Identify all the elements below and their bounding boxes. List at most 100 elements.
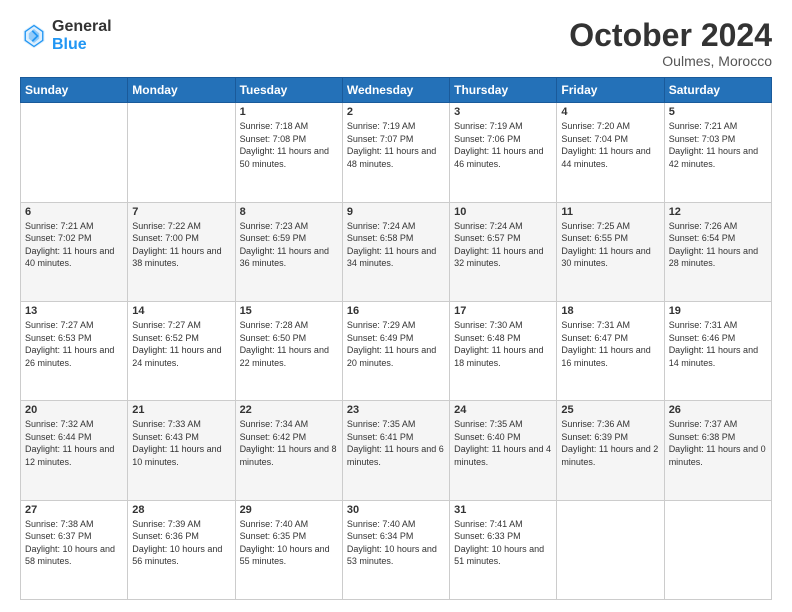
day-number: 30 <box>347 504 445 516</box>
day-info: Sunrise: 7:24 AM Sunset: 6:58 PM Dayligh… <box>347 220 445 270</box>
day-info: Sunrise: 7:23 AM Sunset: 6:59 PM Dayligh… <box>240 220 338 270</box>
calendar-cell: 22 Sunrise: 7:34 AM Sunset: 6:42 PM Dayli… <box>235 401 342 500</box>
day-number: 11 <box>561 206 659 218</box>
day-info: Sunrise: 7:38 AM Sunset: 6:37 PM Dayligh… <box>25 518 123 568</box>
calendar-day-header: Sunday <box>21 78 128 103</box>
day-number: 15 <box>240 305 338 317</box>
calendar-week-row: 13 Sunrise: 7:27 AM Sunset: 6:53 PM Dayli… <box>21 301 772 400</box>
calendar-cell: 10 Sunrise: 7:24 AM Sunset: 6:57 PM Dayli… <box>450 202 557 301</box>
day-number: 4 <box>561 106 659 118</box>
day-info: Sunrise: 7:19 AM Sunset: 7:07 PM Dayligh… <box>347 120 445 170</box>
day-number: 21 <box>132 404 230 416</box>
calendar-cell: 16 Sunrise: 7:29 AM Sunset: 6:49 PM Dayli… <box>342 301 449 400</box>
calendar-day-header: Friday <box>557 78 664 103</box>
day-info: Sunrise: 7:27 AM Sunset: 6:53 PM Dayligh… <box>25 319 123 369</box>
day-number: 16 <box>347 305 445 317</box>
day-info: Sunrise: 7:18 AM Sunset: 7:08 PM Dayligh… <box>240 120 338 170</box>
day-number: 9 <box>347 206 445 218</box>
day-number: 29 <box>240 504 338 516</box>
calendar-cell: 7Sunrise: 7:22 AM Sunset: 7:00 PM Daylig… <box>128 202 235 301</box>
day-info: Sunrise: 7:27 AM Sunset: 6:52 PM Dayligh… <box>132 319 230 369</box>
calendar-cell: 9 Sunrise: 7:24 AM Sunset: 6:58 PM Daylig… <box>342 202 449 301</box>
logo-line2: Blue <box>52 36 112 54</box>
day-number: 12 <box>669 206 767 218</box>
calendar-table: SundayMondayTuesdayWednesdayThursdayFrid… <box>20 77 772 600</box>
calendar-cell: 28Sunrise: 7:39 AM Sunset: 6:36 PM Dayli… <box>128 500 235 599</box>
location: Oulmes, Morocco <box>569 53 772 69</box>
day-info: Sunrise: 7:29 AM Sunset: 6:49 PM Dayligh… <box>347 319 445 369</box>
day-info: Sunrise: 7:25 AM Sunset: 6:55 PM Dayligh… <box>561 220 659 270</box>
day-info: Sunrise: 7:40 AM Sunset: 6:35 PM Dayligh… <box>240 518 338 568</box>
logo-text: General Blue <box>52 18 112 53</box>
day-number: 20 <box>25 404 123 416</box>
calendar-cell: 19 Sunrise: 7:31 AM Sunset: 6:46 PM Dayli… <box>664 301 771 400</box>
logo-icon <box>20 22 48 50</box>
calendar-cell <box>664 500 771 599</box>
day-number: 23 <box>347 404 445 416</box>
day-number: 18 <box>561 305 659 317</box>
day-number: 1 <box>240 106 338 118</box>
day-info: Sunrise: 7:37 AM Sunset: 6:38 PM Dayligh… <box>669 418 767 468</box>
calendar-cell <box>21 103 128 202</box>
day-info: Sunrise: 7:35 AM Sunset: 6:40 PM Dayligh… <box>454 418 552 468</box>
day-info: Sunrise: 7:22 AM Sunset: 7:00 PM Dayligh… <box>132 220 230 270</box>
day-number: 6 <box>25 206 123 218</box>
day-info: Sunrise: 7:36 AM Sunset: 6:39 PM Dayligh… <box>561 418 659 468</box>
day-info: Sunrise: 7:34 AM Sunset: 6:42 PM Dayligh… <box>240 418 338 468</box>
calendar-cell: 29 Sunrise: 7:40 AM Sunset: 6:35 PM Dayli… <box>235 500 342 599</box>
title-block: October 2024 Oulmes, Morocco <box>569 18 772 69</box>
day-info: Sunrise: 7:40 AM Sunset: 6:34 PM Dayligh… <box>347 518 445 568</box>
calendar-cell: 15 Sunrise: 7:28 AM Sunset: 6:50 PM Dayli… <box>235 301 342 400</box>
calendar-cell: 1 Sunrise: 7:18 AM Sunset: 7:08 PM Daylig… <box>235 103 342 202</box>
day-number: 14 <box>132 305 230 317</box>
calendar-cell: 20 Sunrise: 7:32 AM Sunset: 6:44 PM Dayli… <box>21 401 128 500</box>
logo: General Blue <box>20 18 112 53</box>
calendar-cell: 31Sunrise: 7:41 AM Sunset: 6:33 PM Dayli… <box>450 500 557 599</box>
day-info: Sunrise: 7:31 AM Sunset: 6:47 PM Dayligh… <box>561 319 659 369</box>
day-number: 24 <box>454 404 552 416</box>
calendar-cell: 30 Sunrise: 7:40 AM Sunset: 6:34 PM Dayli… <box>342 500 449 599</box>
calendar-cell: 5Sunrise: 7:21 AM Sunset: 7:03 PM Daylig… <box>664 103 771 202</box>
calendar-day-header: Monday <box>128 78 235 103</box>
day-info: Sunrise: 7:21 AM Sunset: 7:02 PM Dayligh… <box>25 220 123 270</box>
calendar-cell: 18 Sunrise: 7:31 AM Sunset: 6:47 PM Dayli… <box>557 301 664 400</box>
day-info: Sunrise: 7:21 AM Sunset: 7:03 PM Dayligh… <box>669 120 767 170</box>
day-info: Sunrise: 7:28 AM Sunset: 6:50 PM Dayligh… <box>240 319 338 369</box>
calendar-day-header: Wednesday <box>342 78 449 103</box>
day-number: 10 <box>454 206 552 218</box>
day-number: 3 <box>454 106 552 118</box>
calendar-cell <box>128 103 235 202</box>
calendar-header-row: SundayMondayTuesdayWednesdayThursdayFrid… <box>21 78 772 103</box>
day-number: 2 <box>347 106 445 118</box>
day-number: 19 <box>669 305 767 317</box>
header: General Blue October 2024 Oulmes, Morocc… <box>20 18 772 69</box>
calendar-week-row: 20 Sunrise: 7:32 AM Sunset: 6:44 PM Dayli… <box>21 401 772 500</box>
day-number: 13 <box>25 305 123 317</box>
day-number: 8 <box>240 206 338 218</box>
calendar-cell: 12 Sunrise: 7:26 AM Sunset: 6:54 PM Dayli… <box>664 202 771 301</box>
day-number: 26 <box>669 404 767 416</box>
month-title: October 2024 <box>569 18 772 53</box>
calendar-cell: 25Sunrise: 7:36 AM Sunset: 6:39 PM Dayli… <box>557 401 664 500</box>
calendar-cell: 21Sunrise: 7:33 AM Sunset: 6:43 PM Dayli… <box>128 401 235 500</box>
calendar-cell: 3 Sunrise: 7:19 AM Sunset: 7:06 PM Daylig… <box>450 103 557 202</box>
calendar-cell: 6 Sunrise: 7:21 AM Sunset: 7:02 PM Daylig… <box>21 202 128 301</box>
calendar-week-row: 27Sunrise: 7:38 AM Sunset: 6:37 PM Dayli… <box>21 500 772 599</box>
day-info: Sunrise: 7:30 AM Sunset: 6:48 PM Dayligh… <box>454 319 552 369</box>
calendar-cell: 11 Sunrise: 7:25 AM Sunset: 6:55 PM Dayli… <box>557 202 664 301</box>
day-info: Sunrise: 7:39 AM Sunset: 6:36 PM Dayligh… <box>132 518 230 568</box>
day-info: Sunrise: 7:19 AM Sunset: 7:06 PM Dayligh… <box>454 120 552 170</box>
calendar-cell: 27Sunrise: 7:38 AM Sunset: 6:37 PM Dayli… <box>21 500 128 599</box>
calendar-day-header: Tuesday <box>235 78 342 103</box>
calendar-day-header: Thursday <box>450 78 557 103</box>
page: General Blue October 2024 Oulmes, Morocc… <box>0 0 792 612</box>
calendar-cell: 4Sunrise: 7:20 AM Sunset: 7:04 PM Daylig… <box>557 103 664 202</box>
calendar-cell <box>557 500 664 599</box>
day-info: Sunrise: 7:35 AM Sunset: 6:41 PM Dayligh… <box>347 418 445 468</box>
day-info: Sunrise: 7:26 AM Sunset: 6:54 PM Dayligh… <box>669 220 767 270</box>
day-info: Sunrise: 7:31 AM Sunset: 6:46 PM Dayligh… <box>669 319 767 369</box>
calendar-cell: 26 Sunrise: 7:37 AM Sunset: 6:38 PM Dayli… <box>664 401 771 500</box>
day-number: 22 <box>240 404 338 416</box>
day-info: Sunrise: 7:24 AM Sunset: 6:57 PM Dayligh… <box>454 220 552 270</box>
day-info: Sunrise: 7:32 AM Sunset: 6:44 PM Dayligh… <box>25 418 123 468</box>
